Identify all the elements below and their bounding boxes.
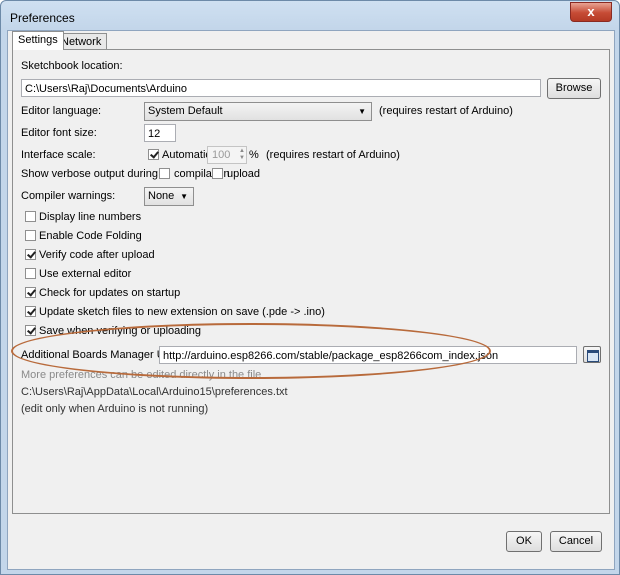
editor-language-label: Editor language:: [21, 105, 102, 117]
more-preferences-text: More preferences can be edited directly …: [21, 369, 262, 381]
compiler-warnings-label: Compiler warnings:: [21, 190, 116, 202]
editor-language-select[interactable]: System Default ▼: [144, 102, 372, 121]
spinner-up-icon[interactable]: ▲: [239, 148, 245, 155]
chevron-down-icon: ▼: [180, 192, 188, 201]
sketchbook-location-input[interactable]: C:\Users\Raj\Documents\Arduino: [21, 79, 541, 97]
verify-after-upload-label: Verify code after upload: [39, 249, 155, 261]
check-updates-checkbox[interactable]: [25, 287, 36, 298]
use-external-editor-label: Use external editor: [39, 268, 132, 280]
save-when-verifying-label: Save when verifying or uploading: [39, 325, 202, 337]
editor-language-note: (requires restart of Arduino): [379, 105, 513, 117]
cancel-button[interactable]: Cancel: [550, 531, 602, 552]
display-line-numbers-checkbox[interactable]: [25, 211, 36, 222]
enable-code-folding-checkbox[interactable]: [25, 230, 36, 241]
close-icon: x: [587, 4, 595, 19]
window-edit-icon[interactable]: [583, 346, 601, 363]
compiler-warnings-value: None: [148, 190, 175, 202]
window-title: Preferences: [10, 11, 75, 25]
verbose-output-label: Show verbose output during:: [21, 168, 162, 180]
close-button[interactable]: x: [570, 2, 612, 22]
use-external-editor-checkbox[interactable]: [25, 268, 36, 279]
compiler-warnings-select[interactable]: None ▼: [144, 187, 194, 206]
dialog-body: Settings Network Sketchbook location: C:…: [7, 30, 615, 570]
interface-scale-label: Interface scale:: [21, 149, 96, 161]
chevron-down-icon: ▼: [358, 107, 366, 116]
check-updates-label: Check for updates on startup: [39, 287, 181, 299]
update-extension-checkbox[interactable]: [25, 306, 36, 317]
save-when-verifying-checkbox[interactable]: [25, 325, 36, 336]
spinner-down-icon[interactable]: ▼: [239, 155, 245, 162]
font-size-label: Editor font size:: [21, 127, 97, 139]
title-bar: Preferences x: [1, 1, 619, 31]
sketchbook-label: Sketchbook location:: [21, 60, 123, 72]
upload-checkbox[interactable]: [212, 168, 223, 179]
tab-settings[interactable]: Settings: [12, 31, 64, 50]
verify-after-upload-checkbox[interactable]: [25, 249, 36, 260]
update-extension-label: Update sketch files to new extension on …: [39, 306, 325, 318]
boards-manager-urls-input[interactable]: http://arduino.esp8266.com/stable/packag…: [159, 346, 577, 364]
display-line-numbers-label: Display line numbers: [39, 211, 142, 223]
settings-panel: Sketchbook location: C:\Users\Raj\Docume…: [12, 49, 610, 514]
compilation-checkbox[interactable]: [159, 168, 170, 179]
interface-scale-value: 100: [212, 149, 231, 161]
browse-button[interactable]: Browse: [547, 78, 601, 99]
automatic-checkbox[interactable]: [148, 149, 159, 160]
preferences-window: Preferences x Settings Network Sketchboo…: [0, 0, 620, 575]
enable-code-folding-label: Enable Code Folding: [39, 230, 142, 242]
interface-scale-spinner[interactable]: 100 ▲ ▼: [207, 146, 247, 164]
ok-button[interactable]: OK: [506, 531, 542, 552]
automatic-label: Automatic: [162, 149, 211, 161]
interface-scale-unit: %: [249, 149, 259, 161]
upload-label: upload: [227, 168, 261, 180]
editor-language-value: System Default: [148, 105, 223, 117]
font-size-input[interactable]: 12: [144, 124, 176, 142]
interface-scale-note: (requires restart of Arduino): [266, 149, 400, 161]
preferences-file-path: C:\Users\Raj\AppData\Local\Arduino15\pre…: [21, 386, 288, 398]
edit-note-text: (edit only when Arduino is not running): [21, 403, 209, 415]
